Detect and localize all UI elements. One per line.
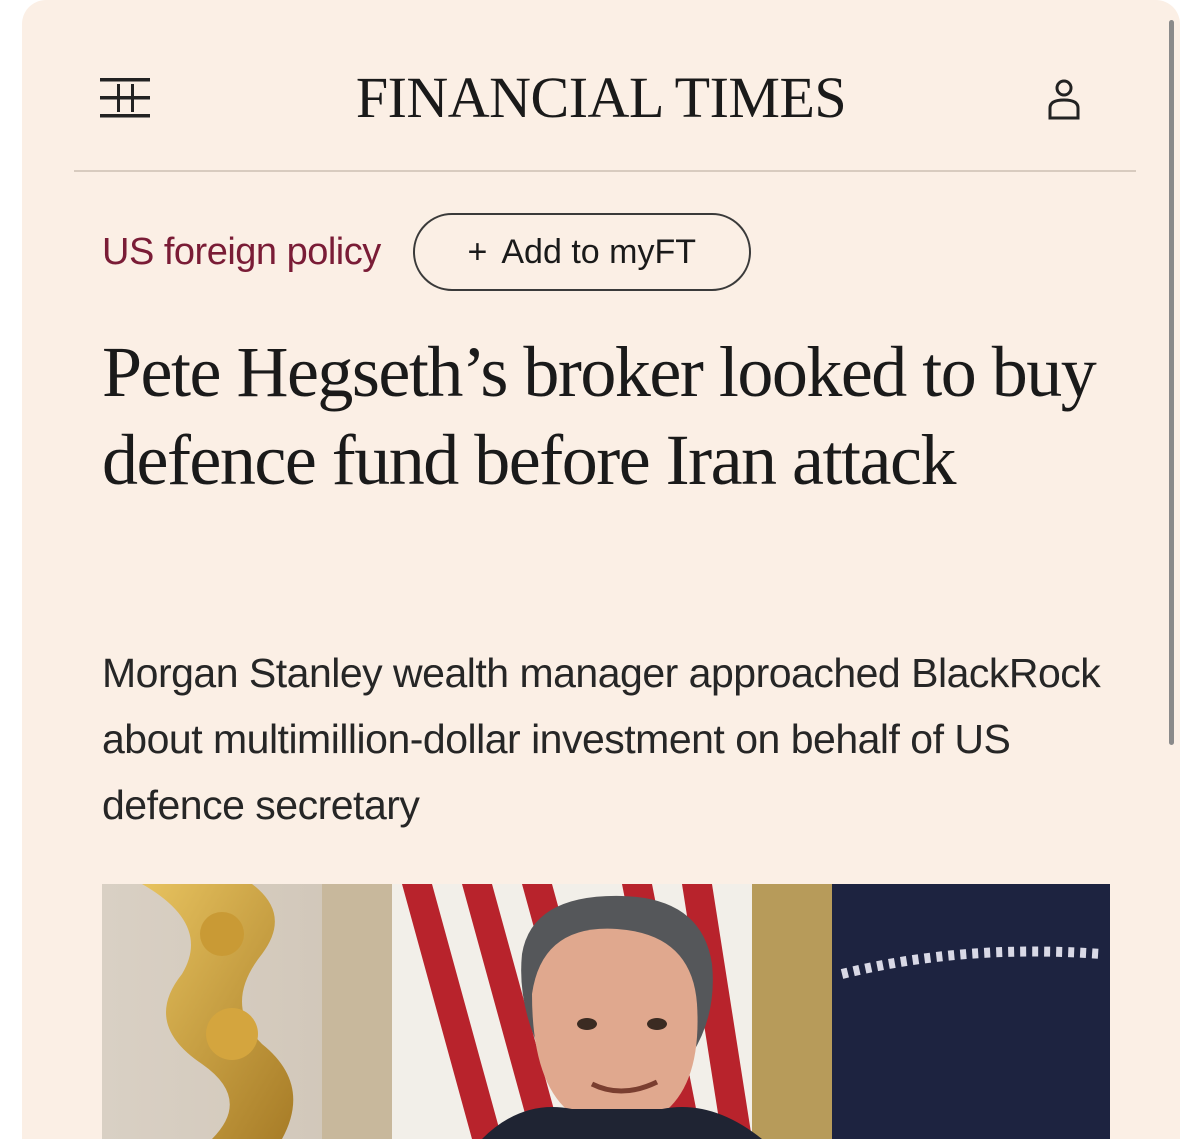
- add-to-myft-label: Add to myFT: [501, 232, 696, 271]
- site-header: FINANCIAL TIMES: [22, 0, 1180, 172]
- plus-icon: +: [467, 232, 488, 271]
- page-frame: FINANCIAL TIMES US foreign policy + Add …: [22, 0, 1180, 1139]
- scrollbar[interactable]: [1169, 20, 1174, 745]
- article-standfirst: Morgan Stanley wealth manager approached…: [102, 650, 1101, 828]
- add-to-myft-button[interactable]: + Add to myFT: [412, 213, 751, 291]
- article-headline: Pete Hegseth’s broker looked to buy defe…: [102, 332, 1097, 500]
- user-icon[interactable]: [1046, 78, 1082, 122]
- article-photo[interactable]: [102, 884, 1110, 1139]
- topic-link[interactable]: US foreign policy: [102, 231, 381, 274]
- masthead-logo[interactable]: FINANCIAL TIMES: [22, 62, 1180, 134]
- header-divider: [74, 170, 1136, 172]
- topic-row: US foreign policy + Add to myFT: [102, 210, 751, 294]
- photo-illustration: [102, 884, 1110, 1139]
